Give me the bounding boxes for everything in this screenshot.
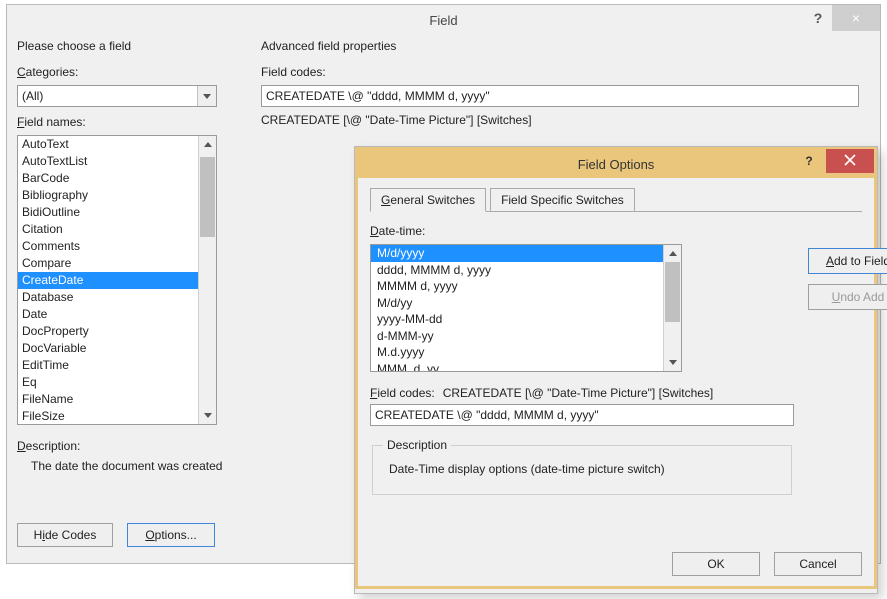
list-item[interactable]: Comments bbox=[18, 238, 199, 255]
list-item[interactable]: dddd, MMMM d, yyyy bbox=[371, 262, 664, 279]
tab-general-switches[interactable]: General Switches bbox=[370, 188, 486, 212]
scroll-down-icon[interactable] bbox=[199, 407, 216, 424]
list-item[interactable]: Eq bbox=[18, 374, 199, 391]
options-field-codes-input[interactable]: CREATEDATE \@ "dddd, MMMM d, yyyy" bbox=[370, 404, 794, 426]
list-item[interactable]: MMM. d, yy bbox=[371, 361, 664, 373]
field-help-button[interactable]: ? bbox=[804, 5, 832, 31]
advanced-heading: Advanced field properties bbox=[261, 39, 870, 53]
scrollbar[interactable] bbox=[198, 136, 216, 424]
options-title: Field Options bbox=[578, 157, 655, 172]
close-icon bbox=[844, 153, 856, 169]
scroll-up-icon[interactable] bbox=[199, 136, 216, 153]
list-item[interactable]: d-MMM-yy bbox=[371, 328, 664, 345]
field-options-dialog: Field Options ? General Switches Field S… bbox=[354, 146, 878, 594]
options-titlebar: Field Options ? bbox=[358, 150, 874, 178]
options-syntax-text: CREATEDATE [\@ "Date-Time Picture"] [Swi… bbox=[443, 386, 714, 400]
cancel-button[interactable]: Cancel bbox=[774, 552, 862, 576]
scroll-down-icon[interactable] bbox=[664, 354, 681, 371]
options-description-text: Date-Time display options (date-time pic… bbox=[383, 462, 781, 476]
list-item[interactable]: MMMM d, yyyy bbox=[371, 278, 664, 295]
add-to-field-button[interactable]: Add to Field bbox=[808, 248, 887, 274]
list-item[interactable]: AutoTextList bbox=[18, 153, 199, 170]
scroll-up-icon[interactable] bbox=[664, 245, 681, 262]
field-dialog-titlebar: Field ? × bbox=[7, 5, 880, 35]
list-item[interactable]: M.d.yyyy bbox=[371, 344, 664, 361]
list-item[interactable]: CreateDate bbox=[18, 272, 199, 289]
list-item[interactable]: Bibliography bbox=[18, 187, 199, 204]
hide-codes-button[interactable]: Hide Codes bbox=[17, 523, 113, 547]
options-description-label: Description bbox=[383, 438, 451, 452]
list-item[interactable]: Citation bbox=[18, 221, 199, 238]
description-label: Description: bbox=[17, 439, 247, 453]
list-item[interactable]: FileName bbox=[18, 391, 199, 408]
list-item[interactable]: DocProperty bbox=[18, 323, 199, 340]
date-time-listbox[interactable]: M/d/yyyydddd, MMMM d, yyyyMMMM d, yyyyM/… bbox=[370, 244, 682, 372]
field-codes-input[interactable]: CREATEDATE \@ "dddd, MMMM d, yyyy" bbox=[261, 85, 859, 107]
options-close-button[interactable] bbox=[826, 149, 874, 173]
list-item[interactable]: EditTime bbox=[18, 357, 199, 374]
undo-add-button[interactable]: Undo Add bbox=[808, 284, 887, 310]
choose-field-heading: Please choose a field bbox=[17, 39, 247, 53]
categories-combo[interactable]: (All) bbox=[17, 85, 217, 107]
chevron-down-icon bbox=[197, 86, 216, 106]
list-item[interactable]: BidiOutline bbox=[18, 204, 199, 221]
scrollbar[interactable] bbox=[663, 245, 681, 371]
field-close-button[interactable]: × bbox=[832, 5, 880, 31]
list-item[interactable]: Database bbox=[18, 289, 199, 306]
list-item[interactable]: Compare bbox=[18, 255, 199, 272]
list-item[interactable]: AutoText bbox=[18, 136, 199, 153]
list-item[interactable]: M/d/yy bbox=[371, 295, 664, 312]
options-field-codes-label: Field codes: bbox=[370, 386, 435, 400]
tab-field-specific-switches[interactable]: Field Specific Switches bbox=[490, 188, 635, 211]
ok-button[interactable]: OK bbox=[672, 552, 760, 576]
options-help-button[interactable]: ? bbox=[792, 149, 826, 173]
field-codes-label: Field codes: bbox=[261, 65, 870, 79]
categories-value: (All) bbox=[22, 89, 43, 103]
list-item[interactable]: yyyy-MM-dd bbox=[371, 311, 664, 328]
list-item[interactable]: DocVariable bbox=[18, 340, 199, 357]
list-item[interactable]: BarCode bbox=[18, 170, 199, 187]
field-names-label: Field names: bbox=[17, 115, 247, 129]
categories-label: Categories: bbox=[17, 65, 247, 79]
field-codes-syntax: CREATEDATE [\@ "Date-Time Picture"] [Swi… bbox=[261, 113, 870, 127]
description-text: The date the document was created bbox=[17, 459, 247, 473]
list-item[interactable]: M/d/yyyy bbox=[371, 245, 664, 262]
field-dialog-title: Field bbox=[429, 13, 457, 28]
date-time-label: Date-time: bbox=[370, 224, 794, 238]
field-names-listbox[interactable]: AutoTextAutoTextListBarCodeBibliographyB… bbox=[17, 135, 217, 425]
list-item[interactable]: FileSize bbox=[18, 408, 199, 425]
options-description-box: Description Date-Time display options (d… bbox=[372, 438, 792, 495]
options-button[interactable]: Options... bbox=[127, 523, 215, 547]
options-tabstrip: General Switches Field Specific Switches bbox=[370, 188, 862, 212]
choose-field-panel: Please choose a field Categories: (All) … bbox=[17, 39, 247, 549]
list-item[interactable]: Date bbox=[18, 306, 199, 323]
